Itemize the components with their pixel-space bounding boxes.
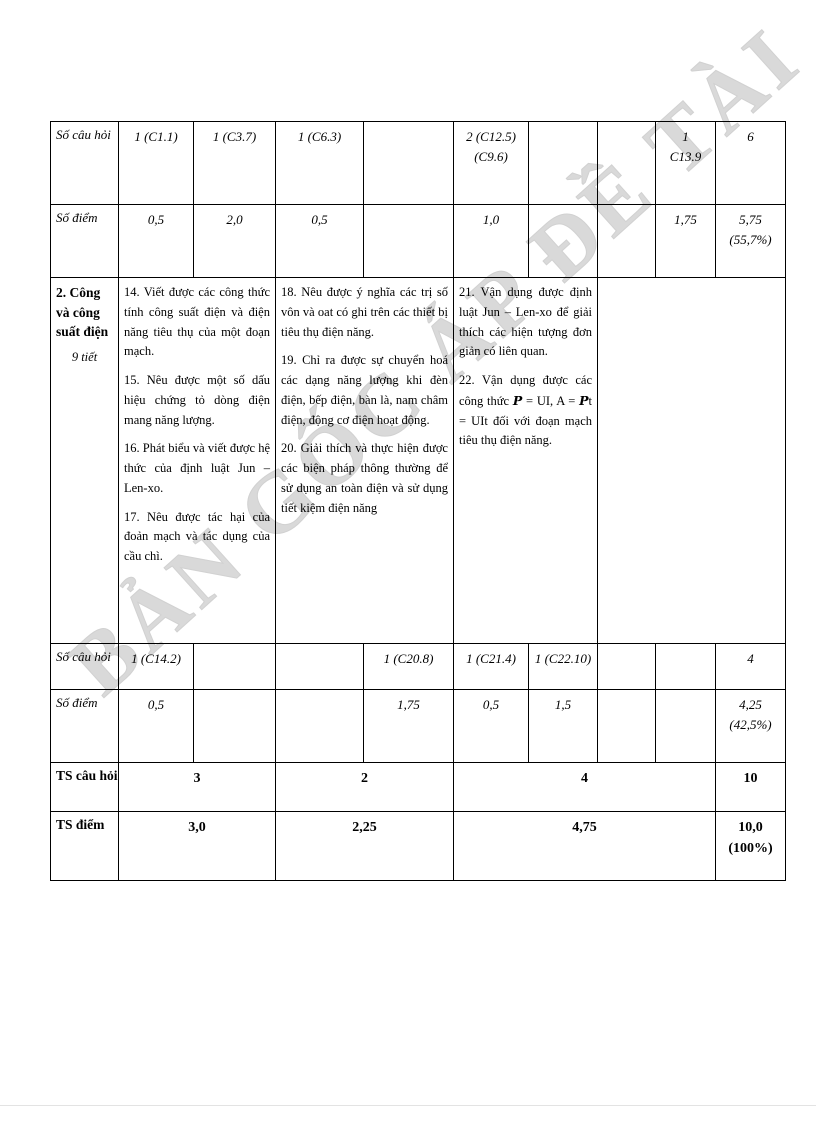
understanding-item-18: 18. Nêu được ý nghĩa các trị số vôn và o… [281, 285, 448, 339]
cell-q2-3 [275, 643, 364, 690]
cell-tsd-group2: 2,25 [275, 811, 454, 881]
cell-p2-2 [193, 689, 276, 763]
cell-tsd-total: 10,0 (100%) [715, 811, 786, 881]
cell-p2-6: 1,5 [528, 689, 598, 763]
cell-q2-2 [193, 643, 276, 690]
knowledge-item-14: 14. Viết được các công thức tính công su… [124, 285, 270, 359]
document-page: BẢN GỐC ÁP ĐỀ TÀI Số câu hỏi 1 (C1.1) 1 … [0, 0, 816, 1123]
cell-content-empty [597, 277, 786, 644]
topic-hours-text: 9 tiết [71, 349, 98, 364]
application-item-22: 22. Vận dụng được các công thức P = UI, … [459, 371, 592, 451]
cell-q2-8 [655, 643, 716, 690]
cell-ts-group1: 3 [118, 762, 276, 812]
knowledge-item-15: 15. Nêu được một số dấu hiệu chứng tỏ dò… [124, 373, 270, 427]
cell-p7 [597, 204, 656, 278]
cell-application-objectives: 21. Vận dụng được định luật Jun – Len-xo… [453, 277, 598, 644]
cell-p8: 1,75 [655, 204, 716, 278]
row-label-question-count: Số câu hỏi [50, 121, 119, 205]
formula-power-1: P [512, 392, 523, 408]
cell-p2-7 [597, 689, 656, 763]
cell-q2-4: 1 (C20.8) [363, 643, 454, 690]
topic-title-text: 2. Công và công suất điện [56, 285, 109, 340]
cell-tsd-total-line1: 10,0 [738, 820, 763, 835]
cell-q9-total: 6 [715, 121, 786, 205]
understanding-item-20: 20. Giải thích và thực hiện được các biệ… [281, 441, 448, 515]
cell-ts-total: 10 [715, 762, 786, 812]
cell-q5-line1: 2 (C12.5) [466, 129, 516, 144]
cell-p2-9-line1: 4,25 [739, 697, 762, 712]
cell-q7 [597, 121, 656, 205]
cell-knowledge-objectives: 14. Viết được các công thức tính công su… [118, 277, 276, 644]
cell-ts-group2: 2 [275, 762, 454, 812]
cell-q2-7 [597, 643, 656, 690]
application-item-22-mid: = UI, A = [522, 393, 580, 408]
cell-q8-line1: 1 [682, 129, 689, 144]
table-row-total-questions: TS câu hỏi 3 2 4 10 [50, 762, 786, 812]
knowledge-item-16: 16. Phát biểu và viết được hệ thức của đ… [124, 441, 270, 495]
cell-q5: 2 (C12.5) (C9.6) [453, 121, 529, 205]
exam-matrix-table: Số câu hỏi 1 (C1.1) 1 (C3.7) 1 (C6.3) 2 … [50, 121, 786, 881]
page-bottom-divider [0, 1105, 816, 1106]
cell-tsd-total-line2: (100%) [728, 841, 773, 856]
cell-q2-6: 1 (C22.10) [528, 643, 598, 690]
cell-p2-4: 1,75 [363, 689, 454, 763]
cell-q1: 1 (C1.1) [118, 121, 194, 205]
table-row-points-2: Số điểm 0,5 1,75 0,5 1,5 4,25 (42,5%) [50, 689, 786, 763]
cell-p2-5: 0,5 [453, 689, 529, 763]
cell-q2-5: 1 (C21.4) [453, 643, 529, 690]
cell-ts-group3: 4 [453, 762, 716, 812]
table-row-topic-content: 2. Công và công suất điện 9 tiết 14. Viế… [50, 277, 786, 644]
row-label-total-points: TS điểm [50, 811, 119, 881]
cell-q6 [528, 121, 598, 205]
cell-p9-line1: 5,75 [739, 212, 762, 227]
row-label-points: Số điểm [50, 204, 119, 278]
table-row-question-count-1: Số câu hỏi 1 (C1.1) 1 (C3.7) 1 (C6.3) 2 … [50, 121, 786, 205]
knowledge-item-17: 17. Nêu được tác hại của đoản mạch và tá… [124, 509, 270, 564]
cell-q8: 1 C13.9 [655, 121, 716, 205]
cell-p4 [363, 204, 454, 278]
row-label-points-2: Số điểm [50, 689, 119, 763]
row-label-question-count-2: Số câu hỏi [50, 643, 119, 690]
cell-q5-line2: (C9.6) [474, 148, 508, 164]
table-row-points-1: Số điểm 0,5 2,0 0,5 1,0 1,75 5,75 (55,7%… [50, 204, 786, 278]
cell-p9-total: 5,75 (55,7%) [715, 204, 786, 278]
cell-tsd-group1: 3,0 [118, 811, 276, 881]
table-row-question-count-2: Số câu hỏi 1 (C14.2) 1 (C20.8) 1 (C21.4)… [50, 643, 786, 690]
formula-power-2: P [579, 392, 589, 408]
cell-topic-title: 2. Công và công suất điện 9 tiết [50, 277, 119, 644]
understanding-item-19: 19. Chỉ ra được sự chuyển hoá các dạng n… [281, 353, 448, 427]
cell-p6 [528, 204, 598, 278]
cell-tsd-group3: 4,75 [453, 811, 716, 881]
row-label-total-questions: TS câu hỏi [50, 762, 119, 812]
cell-p9-line2: (55,7%) [729, 231, 772, 247]
cell-p2-3 [275, 689, 364, 763]
cell-p2: 2,0 [193, 204, 276, 278]
cell-p2-1: 0,5 [118, 689, 194, 763]
cell-q8-line2: C13.9 [669, 148, 702, 164]
cell-q3: 1 (C6.3) [275, 121, 364, 205]
cell-q2-1: 1 (C14.2) [118, 643, 194, 690]
cell-p2-9-line2: (42,5%) [729, 716, 772, 732]
cell-understanding-objectives: 18. Nêu được ý nghĩa các trị số vôn và o… [275, 277, 454, 644]
cell-p1: 0,5 [118, 204, 194, 278]
cell-p5: 1,0 [453, 204, 529, 278]
table-row-total-points: TS điểm 3,0 2,25 4,75 10,0 (100%) [50, 811, 786, 881]
cell-q2: 1 (C3.7) [193, 121, 276, 205]
cell-p2-9-total: 4,25 (42,5%) [715, 689, 786, 763]
cell-q4 [363, 121, 454, 205]
cell-q2-9-total: 4 [715, 643, 786, 690]
application-item-21: 21. Vận dụng được định luật Jun – Len-xo… [459, 285, 592, 359]
cell-p2-8 [655, 689, 716, 763]
cell-p3: 0,5 [275, 204, 364, 278]
